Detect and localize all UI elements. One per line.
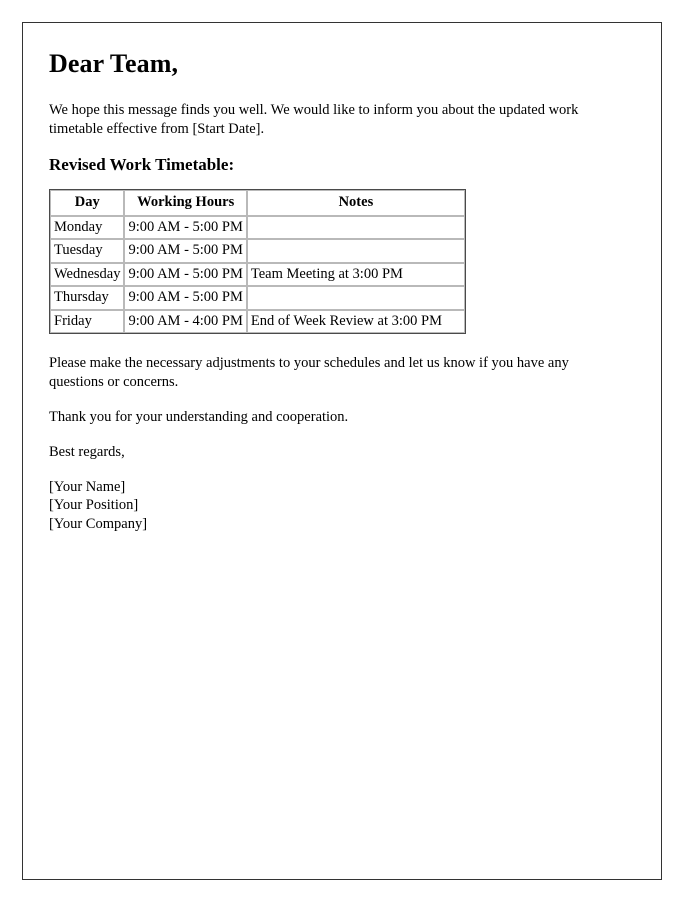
document-body: Dear Team, We hope this message finds yo… bbox=[23, 23, 661, 553]
document-page: Dear Team, We hope this message finds yo… bbox=[22, 22, 662, 880]
table-row: Tuesday 9:00 AM - 5:00 PM bbox=[50, 239, 465, 263]
cell-working-hours: 9:00 AM - 5:00 PM bbox=[124, 262, 247, 287]
cell-notes bbox=[246, 239, 465, 263]
cell-day: Friday bbox=[50, 309, 125, 334]
salutation-heading: Dear Team, bbox=[49, 49, 179, 78]
cell-working-hours: 9:00 AM - 5:00 PM bbox=[124, 215, 247, 240]
timetable-body: Monday 9:00 AM - 5:00 PM Tuesday 9:00 AM… bbox=[50, 215, 465, 334]
cell-day: Thursday bbox=[50, 286, 125, 310]
closing-paragraph-adjustments: Please make the necessary adjustments to… bbox=[49, 355, 569, 391]
timetable-section-heading: Revised Work Timetable: bbox=[49, 154, 235, 174]
cell-working-hours: 9:00 AM - 5:00 PM bbox=[124, 239, 247, 263]
cell-day: Wednesday bbox=[50, 262, 125, 287]
closing-paragraph-thanks: Thank you for your understanding and coo… bbox=[49, 408, 349, 425]
table-row: Wednesday 9:00 AM - 5:00 PM Team Meeting… bbox=[50, 262, 465, 287]
intro-paragraph: We hope this message finds you well. We … bbox=[49, 101, 579, 137]
cell-working-hours: 9:00 AM - 4:00 PM bbox=[124, 309, 247, 334]
table-row: Thursday 9:00 AM - 5:00 PM bbox=[50, 286, 465, 310]
table-header-row: Day Working Hours Notes bbox=[50, 189, 465, 216]
work-timetable: Day Working Hours Notes Monday 9:00 AM -… bbox=[49, 188, 466, 335]
column-header-day: Day bbox=[50, 189, 125, 216]
cell-notes: Team Meeting at 3:00 PM bbox=[246, 262, 465, 287]
signature-company: [Your Company] bbox=[49, 515, 148, 532]
table-row: Friday 9:00 AM - 4:00 PM End of Week Rev… bbox=[50, 309, 465, 334]
cell-working-hours: 9:00 AM - 5:00 PM bbox=[124, 286, 247, 310]
cell-notes bbox=[246, 215, 465, 240]
sign-off: Best regards, bbox=[49, 443, 125, 460]
column-header-working-hours: Working Hours bbox=[124, 189, 247, 216]
column-header-notes: Notes bbox=[246, 189, 465, 216]
cell-day: Monday bbox=[50, 215, 125, 240]
cell-notes bbox=[246, 286, 465, 310]
cell-notes: End of Week Review at 3:00 PM bbox=[246, 309, 465, 334]
cell-day: Tuesday bbox=[50, 239, 125, 263]
signature-block: [Your Name] [Your Position] [Your Compan… bbox=[49, 478, 635, 534]
signature-name: [Your Name] bbox=[49, 478, 126, 495]
timetable-head: Day Working Hours Notes bbox=[50, 189, 465, 216]
signature-position: [Your Position] bbox=[49, 497, 139, 514]
table-row: Monday 9:00 AM - 5:00 PM bbox=[50, 215, 465, 240]
